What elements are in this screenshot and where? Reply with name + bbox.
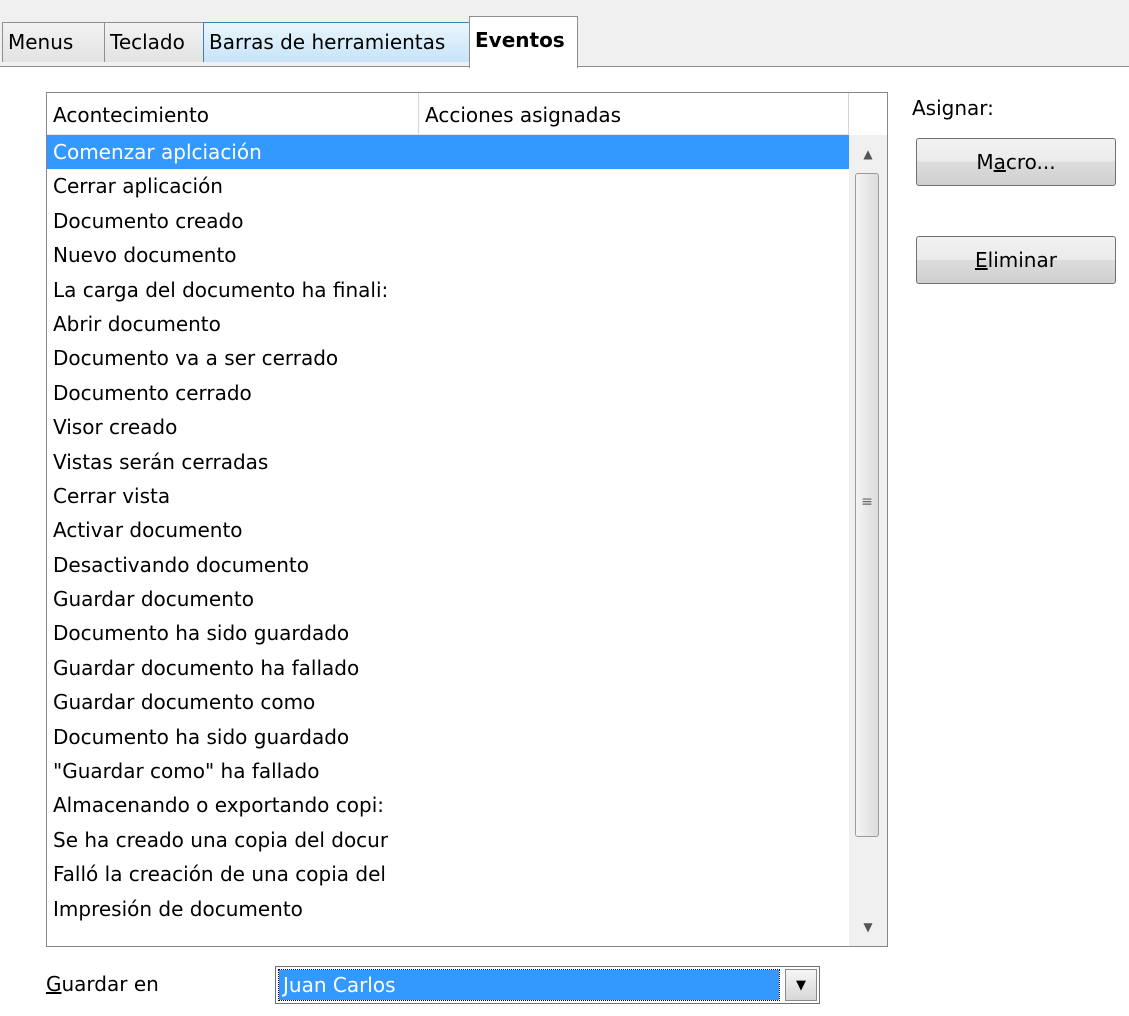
event-name: Abrir documento xyxy=(53,311,221,336)
list-item[interactable]: Documento ha sido guardado xyxy=(47,616,849,650)
macro-button-label-start: M xyxy=(976,150,994,174)
event-name: Documento va a ser cerrado xyxy=(53,346,339,371)
event-name: Almacenando o exportando copi: xyxy=(53,793,384,818)
event-name: "Guardar como" ha fallado xyxy=(53,759,320,784)
list-header: Acontecimiento Acciones asignadas xyxy=(47,93,887,135)
save-in-label-text: uardar en xyxy=(61,972,159,996)
event-name: Vistas serán cerradas xyxy=(53,449,269,474)
save-in-select[interactable]: Juan Carlos ▼ xyxy=(275,966,820,1004)
list-item[interactable]: Vistas serán cerradas xyxy=(47,445,849,479)
tab-toolbars-label: Barras de herramientas xyxy=(209,30,446,54)
triangle-down-icon[interactable]: ▼ xyxy=(849,908,887,946)
list-item[interactable]: Guardar documento xyxy=(47,582,849,616)
list-rows: Comenzar aplciación Cerrar aplicación Docu… xyxy=(47,135,849,926)
event-name: Impresión de documento xyxy=(53,896,303,921)
event-name: Documento ha sido guardado xyxy=(53,724,350,749)
event-name: Falló la creación de una copia del xyxy=(53,862,386,887)
event-name: Desactivando documento xyxy=(53,552,309,577)
scroll-thumb[interactable]: ≡ xyxy=(855,173,879,837)
event-name: La carga del documento ha finali: xyxy=(53,277,389,302)
event-name: Cerrar vista xyxy=(53,483,171,508)
chevron-down-icon[interactable]: ▼ xyxy=(785,969,817,1001)
event-name: Visor creado xyxy=(53,415,178,440)
macro-button-label-end: cro... xyxy=(1005,150,1056,174)
event-name: Comenzar aplciación xyxy=(53,140,262,164)
tab-bar: Menus Teclado Barras de herramientas Eve… xyxy=(0,0,1129,68)
list-item[interactable]: Se ha creado una copia del docur xyxy=(47,823,849,857)
save-in-label: Guardar en xyxy=(46,972,159,996)
event-name: Documento cerrado xyxy=(53,380,252,405)
tab-menus[interactable]: Menus xyxy=(2,22,105,62)
list-item[interactable]: Guardar documento ha fallado xyxy=(47,651,849,685)
list-item[interactable]: Falló la creación de una copia del xyxy=(47,857,849,891)
list-item[interactable]: Abrir documento xyxy=(47,307,849,341)
delete-button-accesskey: E xyxy=(975,248,988,272)
list-item[interactable]: Cerrar vista xyxy=(47,479,849,513)
tab-events[interactable]: Eventos xyxy=(469,16,578,68)
list-item[interactable]: Desactivando documento xyxy=(47,548,849,582)
triangle-up-icon[interactable]: ▲ xyxy=(849,135,887,173)
scroll-grip-icon: ≡ xyxy=(861,494,873,510)
delete-button-label: liminar xyxy=(987,248,1057,272)
list-item[interactable]: Nuevo documento xyxy=(47,238,849,272)
save-in-accesskey: G xyxy=(46,972,62,996)
list-item[interactable]: Visor creado xyxy=(47,410,849,444)
event-name: Activar documento xyxy=(53,518,243,543)
list-item[interactable]: Guardar documento como xyxy=(47,685,849,719)
event-name: Guardar documento ha fallado xyxy=(53,655,360,680)
column-header-event[interactable]: Acontecimiento xyxy=(47,93,419,135)
list-item[interactable]: Documento va a ser cerrado xyxy=(47,341,849,375)
list-item[interactable]: Documento creado xyxy=(47,204,849,238)
macro-button-accesskey: a xyxy=(993,150,1006,174)
list-item[interactable]: Cerrar aplicación xyxy=(47,169,849,203)
list-item[interactable]: Impresión de documento xyxy=(47,892,849,926)
list-item[interactable]: La carga del documento ha finali: xyxy=(47,273,849,307)
event-name: Nuevo documento xyxy=(53,243,237,268)
macro-button[interactable]: Macro... xyxy=(916,138,1116,186)
delete-button[interactable]: Eliminar xyxy=(916,236,1116,284)
save-in-value: Juan Carlos xyxy=(278,969,780,1001)
event-name: Cerrar aplicación xyxy=(53,174,223,199)
column-header-actions[interactable]: Acciones asignadas xyxy=(419,93,849,135)
list-item[interactable]: Comenzar aplciación xyxy=(47,135,849,170)
tab-keyboard-label: Teclado xyxy=(110,30,185,54)
event-name: Se ha creado una copia del docur xyxy=(53,827,389,852)
list-item[interactable]: Documento cerrado xyxy=(47,376,849,410)
event-name: Documento ha sido guardado xyxy=(53,621,350,646)
tab-keyboard[interactable]: Teclado xyxy=(104,22,204,62)
assign-label: Asignar: xyxy=(912,96,994,120)
vertical-scrollbar[interactable]: ▲ ≡ ▼ xyxy=(849,135,887,946)
tab-menus-label: Menus xyxy=(8,30,74,54)
list-item[interactable]: Almacenando o exportando copi: xyxy=(47,788,849,822)
list-item[interactable]: Activar documento xyxy=(47,513,849,547)
events-list[interactable]: Acontecimiento Acciones asignadas Comenz… xyxy=(46,92,888,947)
tab-toolbars[interactable]: Barras de herramientas xyxy=(203,22,470,62)
event-name: Guardar documento xyxy=(53,587,254,612)
event-name: Documento creado xyxy=(53,208,244,233)
list-item[interactable]: Documento ha sido guardado xyxy=(47,720,849,754)
event-name: Guardar documento como xyxy=(53,690,316,715)
tab-events-label: Eventos xyxy=(475,28,565,52)
list-item[interactable]: "Guardar como" ha fallado xyxy=(47,754,849,788)
